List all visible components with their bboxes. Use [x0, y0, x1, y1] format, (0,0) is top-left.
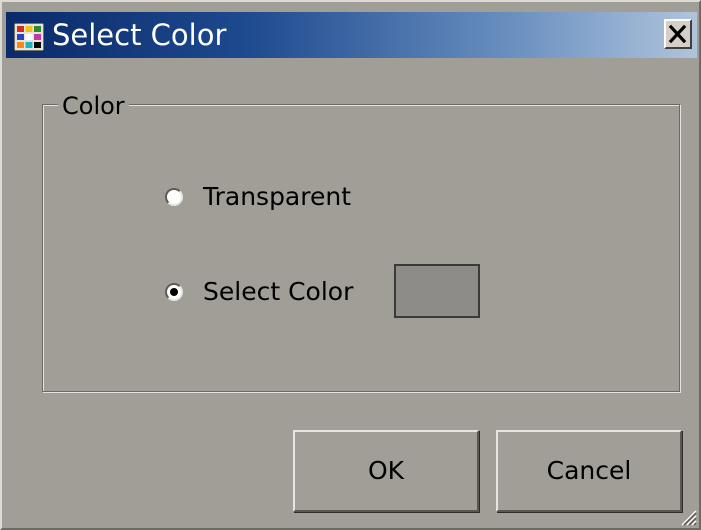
cancel-button[interactable]: Cancel — [496, 430, 682, 512]
resize-grip-icon[interactable] — [679, 508, 697, 526]
color-swatch[interactable] — [394, 264, 480, 318]
dialog-title: Select Color — [52, 18, 227, 52]
ok-button[interactable]: OK — [293, 430, 479, 512]
transparent-option[interactable]: Transparent — [165, 180, 385, 214]
transparent-label: Transparent — [203, 182, 352, 211]
close-button[interactable] — [664, 19, 692, 49]
transparent-radio[interactable] — [165, 188, 183, 206]
select-color-option[interactable]: Select Color — [165, 275, 385, 309]
title-bar[interactable]: Select Color — [6, 12, 697, 58]
color-palette-icon — [14, 23, 44, 51]
close-icon — [668, 24, 687, 44]
select-color-radio[interactable] — [165, 283, 183, 301]
select-color-dialog: Select Color Color Transparent Select Co… — [0, 0, 701, 530]
color-groupbox — [42, 104, 680, 392]
select-color-label: Select Color — [203, 277, 354, 306]
color-group-label: Color — [58, 92, 129, 120]
